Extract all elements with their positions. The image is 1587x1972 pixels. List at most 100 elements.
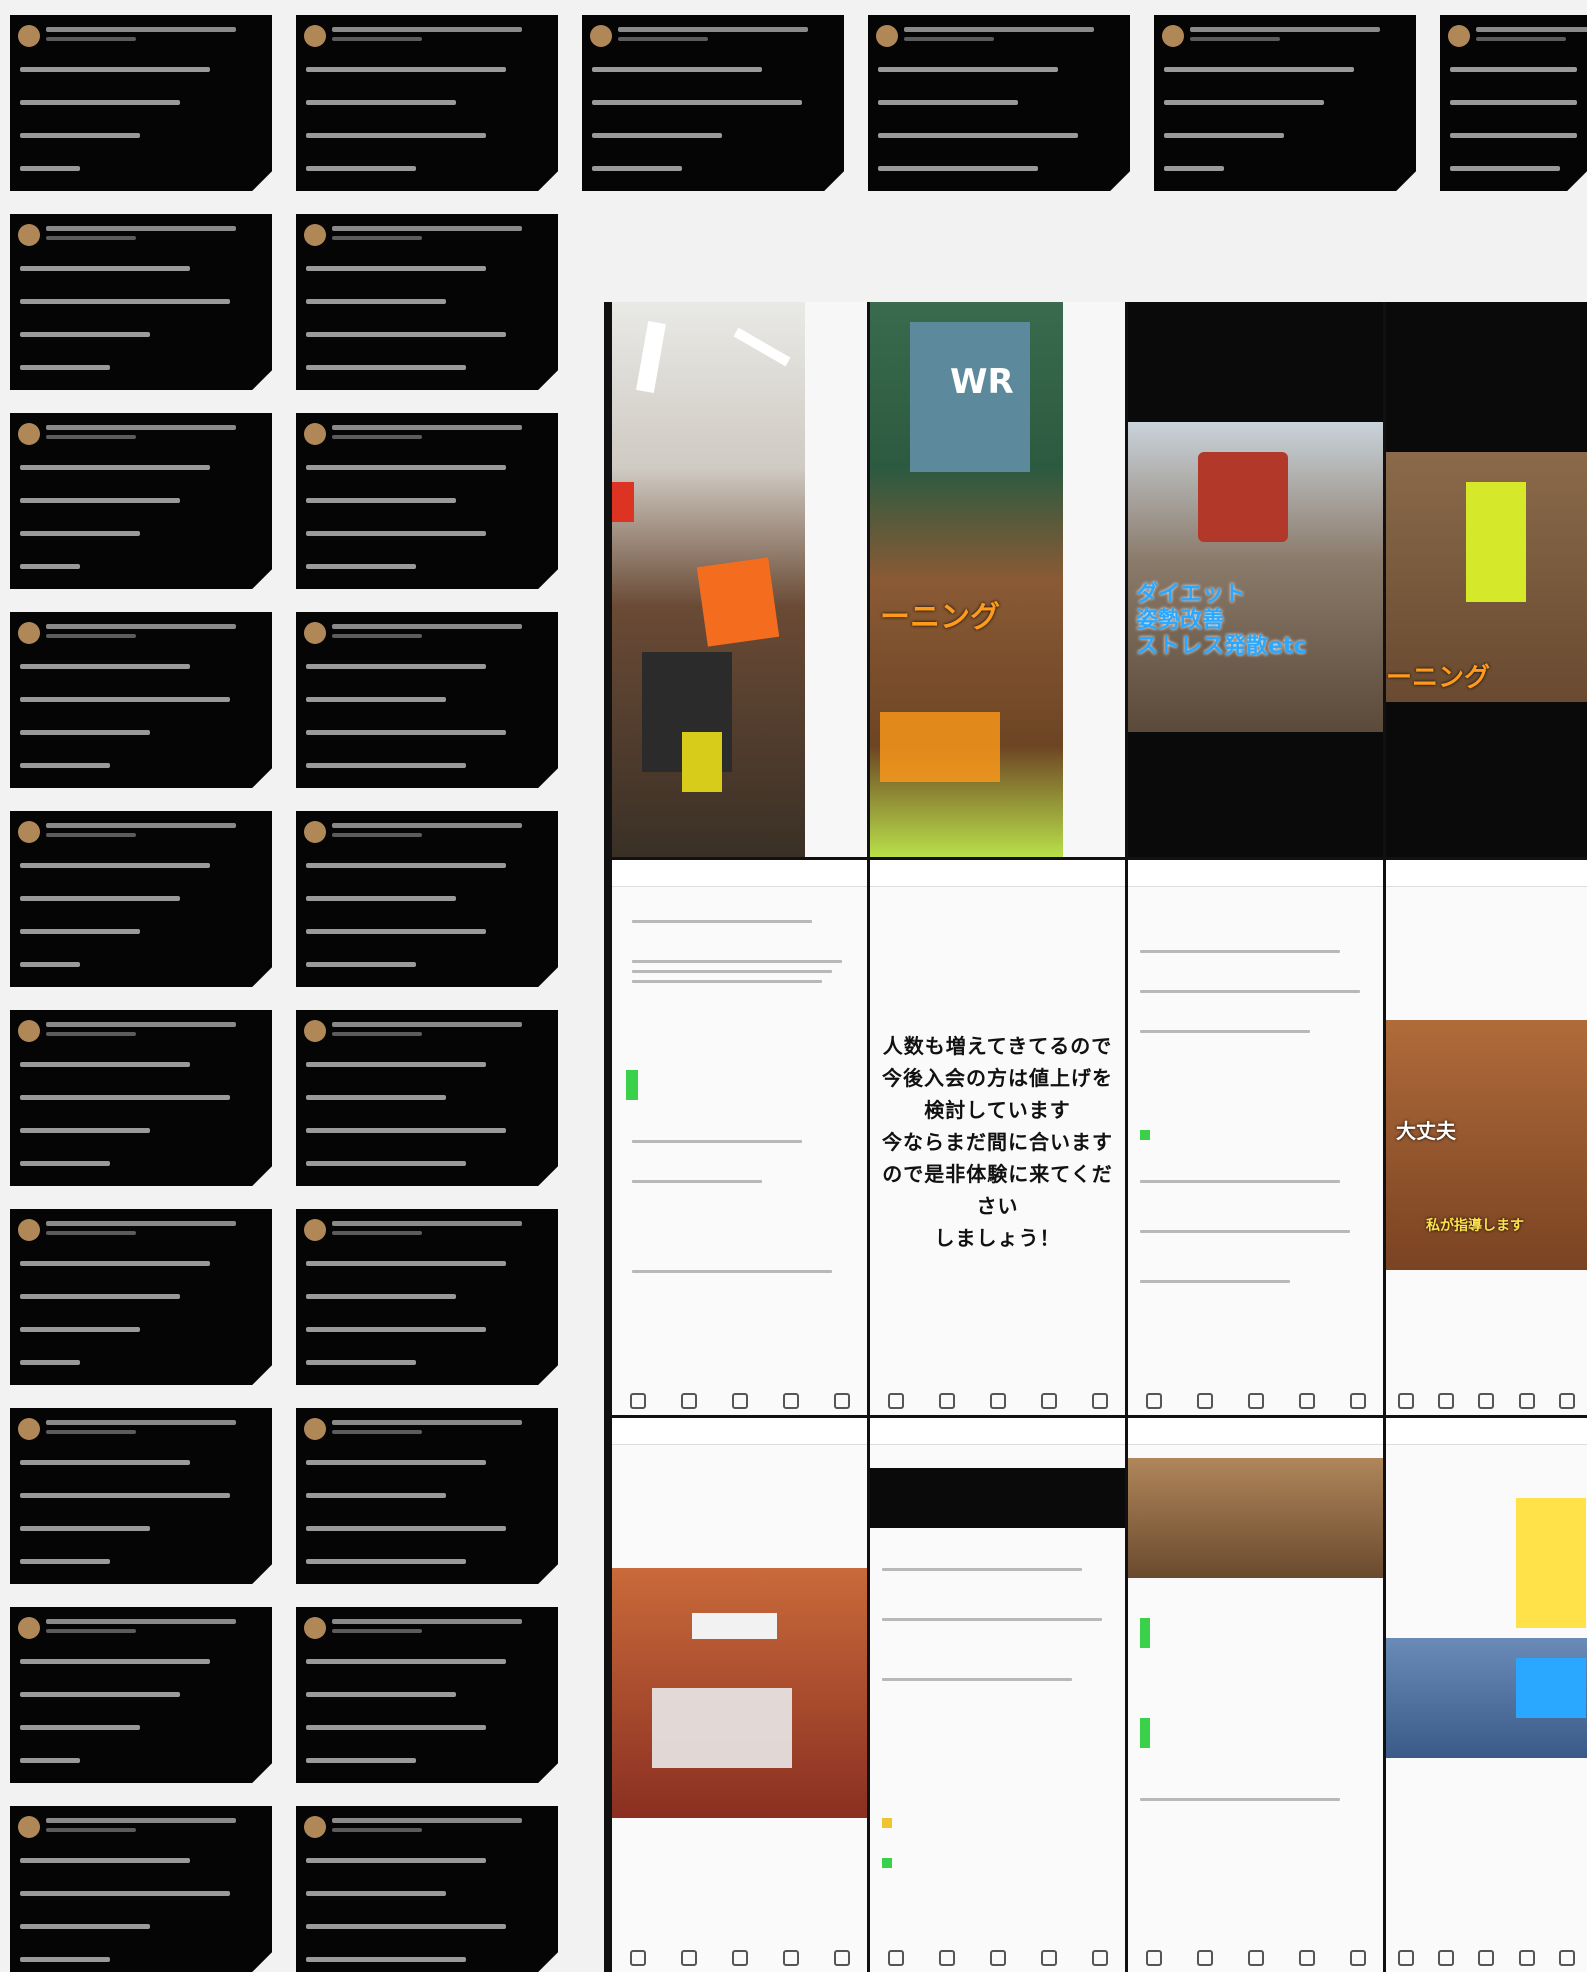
avatar[interactable] (304, 1617, 326, 1639)
gym-photo-tile[interactable] (612, 302, 867, 857)
avatar[interactable] (590, 25, 612, 47)
tweet-card[interactable] (296, 1010, 558, 1186)
tweet-card[interactable] (296, 1806, 558, 1972)
add-icon[interactable] (1478, 1393, 1495, 1409)
reels-icon[interactable] (1518, 1393, 1535, 1409)
avatar[interactable] (18, 1816, 40, 1838)
search-icon[interactable] (938, 1393, 955, 1409)
home-icon[interactable] (887, 1950, 904, 1966)
tweet-card[interactable] (296, 1607, 558, 1783)
reels-icon[interactable] (1298, 1950, 1315, 1966)
avatar[interactable] (876, 25, 898, 47)
add-icon[interactable] (731, 1950, 748, 1966)
avatar[interactable] (18, 1219, 40, 1241)
tweet-card[interactable] (10, 1209, 272, 1385)
avatar[interactable] (304, 622, 326, 644)
tweet-card[interactable] (296, 1209, 558, 1385)
tweet-card[interactable] (582, 15, 844, 191)
tweet-card[interactable] (10, 413, 272, 589)
avatar[interactable] (304, 1020, 326, 1042)
tweet-card[interactable] (10, 1010, 272, 1186)
reels-icon[interactable] (1040, 1950, 1057, 1966)
instagram-post-screenshot[interactable] (1128, 860, 1383, 1415)
home-icon[interactable] (887, 1393, 904, 1409)
search-icon[interactable] (680, 1950, 697, 1966)
avatar[interactable] (1448, 25, 1470, 47)
instagram-post-screenshot[interactable] (612, 860, 867, 1415)
profile-icon[interactable] (1349, 1950, 1366, 1966)
instagram-post-screenshot[interactable] (1128, 1418, 1383, 1972)
add-icon[interactable] (989, 1393, 1006, 1409)
avatar[interactable] (304, 1816, 326, 1838)
tweet-card[interactable] (10, 612, 272, 788)
home-icon[interactable] (1145, 1950, 1162, 1966)
avatar[interactable] (18, 1020, 40, 1042)
instagram-post-screenshot[interactable] (870, 1418, 1125, 1972)
tweet-card[interactable] (296, 214, 558, 390)
avatar[interactable] (304, 423, 326, 445)
add-icon[interactable] (1478, 1950, 1495, 1966)
trainer-photo-tile[interactable]: WR ーニング (870, 302, 1125, 857)
avatar[interactable] (18, 1418, 40, 1440)
home-icon[interactable] (1145, 1393, 1162, 1409)
search-icon[interactable] (1196, 1393, 1213, 1409)
avatar[interactable] (304, 224, 326, 246)
profile-icon[interactable] (1349, 1393, 1366, 1409)
home-icon[interactable] (629, 1950, 646, 1966)
home-icon[interactable] (1398, 1393, 1415, 1409)
search-icon[interactable] (938, 1950, 955, 1966)
profile-icon[interactable] (833, 1393, 850, 1409)
instagram-post-screenshot[interactable] (1386, 1418, 1587, 1972)
avatar[interactable] (304, 25, 326, 47)
tweet-card[interactable] (1440, 15, 1587, 191)
instagram-post-screenshot[interactable] (612, 1418, 867, 1972)
avatar[interactable] (304, 1219, 326, 1241)
avatar[interactable] (304, 821, 326, 843)
avatar[interactable] (18, 622, 40, 644)
tweet-card[interactable] (10, 1408, 272, 1584)
reels-icon[interactable] (1040, 1393, 1057, 1409)
avatar[interactable] (18, 1617, 40, 1639)
avatar[interactable] (18, 25, 40, 47)
reels-icon[interactable] (1518, 1950, 1535, 1966)
avatar[interactable] (18, 423, 40, 445)
tweet-card[interactable] (868, 15, 1130, 191)
tweet-card[interactable] (10, 1806, 272, 1972)
tweet-card[interactable] (10, 811, 272, 987)
avatar[interactable] (18, 821, 40, 843)
tweet-card[interactable] (296, 811, 558, 987)
search-icon[interactable] (680, 1393, 697, 1409)
tweet-card[interactable] (296, 612, 558, 788)
home-icon[interactable] (1398, 1950, 1415, 1966)
tweet-card[interactable] (296, 1408, 558, 1584)
tweet-card[interactable] (1154, 15, 1416, 191)
trainer-photo-tile[interactable]: ーニング (1386, 302, 1587, 857)
add-icon[interactable] (989, 1950, 1006, 1966)
profile-icon[interactable] (1558, 1950, 1575, 1966)
profile-icon[interactable] (1558, 1393, 1575, 1409)
reels-icon[interactable] (782, 1393, 799, 1409)
tweet-card[interactable] (10, 214, 272, 390)
reels-icon[interactable] (1298, 1393, 1315, 1409)
add-icon[interactable] (1247, 1393, 1264, 1409)
tweet-card[interactable] (296, 15, 558, 191)
instagram-post-screenshot[interactable]: 人数も増えてきてるので 今後入会の方は値上げを 検討しています 今ならまだ間に合… (870, 860, 1125, 1415)
tweet-card[interactable] (296, 413, 558, 589)
tweet-card[interactable] (10, 15, 272, 191)
search-icon[interactable] (1438, 1950, 1455, 1966)
profile-icon[interactable] (833, 1950, 850, 1966)
search-icon[interactable] (1196, 1950, 1213, 1966)
add-icon[interactable] (1247, 1950, 1264, 1966)
avatar[interactable] (18, 224, 40, 246)
profile-icon[interactable] (1091, 1950, 1108, 1966)
reels-icon[interactable] (782, 1950, 799, 1966)
tweet-card[interactable] (10, 1607, 272, 1783)
trainer-photo-tile[interactable]: ダイエット 姿勢改善 ストレス発散etc (1128, 302, 1383, 857)
home-icon[interactable] (629, 1393, 646, 1409)
instagram-post-screenshot[interactable]: 大丈夫 私が指導します (1386, 860, 1587, 1415)
add-icon[interactable] (731, 1393, 748, 1409)
avatar[interactable] (1162, 25, 1184, 47)
profile-icon[interactable] (1091, 1393, 1108, 1409)
search-icon[interactable] (1438, 1393, 1455, 1409)
avatar[interactable] (304, 1418, 326, 1440)
